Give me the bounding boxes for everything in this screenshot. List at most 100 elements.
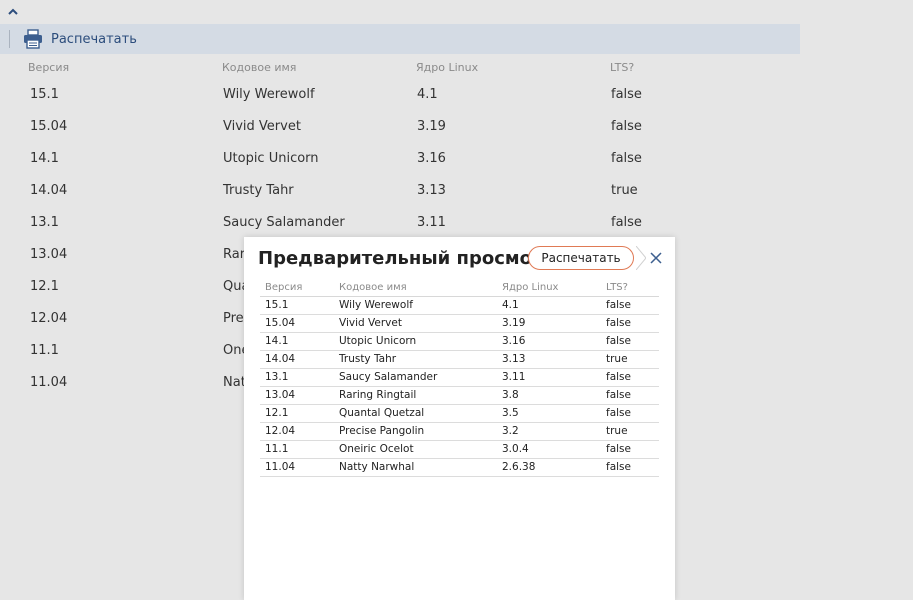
preview-header-version: Версия <box>260 280 334 297</box>
grid-row[interactable]: 13.1 Saucy Salamander 3.11 false <box>0 208 800 240</box>
preview-cell-codename: Quantal Quetzal <box>334 404 497 423</box>
cell-version: 11.04 <box>30 375 68 390</box>
preview-cell-version: 11.1 <box>260 440 334 459</box>
cell-lts: true <box>611 183 638 198</box>
grid-row[interactable]: 14.1 Utopic Unicorn 3.16 false <box>0 144 800 176</box>
preview-cell-codename: Oneiric Ocelot <box>334 440 497 459</box>
preview-cell-codename: Natty Narwhal <box>334 458 497 477</box>
column-header-lts[interactable]: LTS? <box>610 61 634 74</box>
preview-cell-lts: false <box>601 314 659 333</box>
grid-row[interactable]: 15.1 Wily Werewolf 4.1 false <box>0 80 800 112</box>
cell-version: 15.04 <box>30 119 68 134</box>
cell-version: 11.1 <box>30 343 59 358</box>
dialog-close-button[interactable] <box>642 246 670 270</box>
collapse-toggle[interactable] <box>6 4 20 18</box>
preview-row: 14.1 Utopic Unicorn 3.16 false <box>260 332 659 351</box>
grid-row[interactable]: 14.04 Trusty Tahr 3.13 true <box>0 176 800 208</box>
cell-lts: false <box>611 215 642 230</box>
preview-cell-version: 12.1 <box>260 404 334 423</box>
preview-header-codename: Кодовое имя <box>334 280 497 297</box>
preview-cell-lts: false <box>601 296 659 315</box>
cell-codename: Utopic Unicorn <box>223 151 319 166</box>
preview-row: 12.04 Precise Pangolin 3.2 true <box>260 422 659 441</box>
preview-row: 11.04 Natty Narwhal 2.6.38 false <box>260 458 659 477</box>
chevron-up-icon <box>8 8 18 15</box>
cell-lts: false <box>611 119 642 134</box>
preview-row: 13.04 Raring Ringtail 3.8 false <box>260 386 659 405</box>
preview-row: 11.1 Oneiric Ocelot 3.0.4 false <box>260 440 659 459</box>
preview-row: 13.1 Saucy Salamander 3.11 false <box>260 368 659 387</box>
preview-cell-version: 15.1 <box>260 296 334 315</box>
preview-cell-codename: Saucy Salamander <box>334 368 497 387</box>
cell-codename: Wily Werewolf <box>223 87 315 102</box>
preview-cell-codename: Vivid Vervet <box>334 314 497 333</box>
preview-cell-codename: Raring Ringtail <box>334 386 497 405</box>
preview-cell-codename: Wily Werewolf <box>334 296 497 315</box>
column-header-codename[interactable]: Кодовое имя <box>222 61 296 74</box>
preview-cell-kernel: 3.0.4 <box>497 440 601 459</box>
preview-row: 15.1 Wily Werewolf 4.1 false <box>260 296 659 315</box>
cell-version: 13.04 <box>30 247 68 262</box>
preview-cell-kernel: 3.16 <box>497 332 601 351</box>
toolbar-separator <box>9 30 10 48</box>
preview-cell-kernel: 4.1 <box>497 296 601 315</box>
preview-cell-version: 15.04 <box>260 314 334 333</box>
cell-codename: Trusty Tahr <box>223 183 294 198</box>
preview-cell-lts: false <box>601 458 659 477</box>
column-header-version[interactable]: Версия <box>28 61 69 74</box>
cell-codename: Saucy Salamander <box>223 215 345 230</box>
dialog-title: Предварительный просмотр <box>258 248 556 269</box>
preview-cell-lts: false <box>601 440 659 459</box>
preview-cell-lts: true <box>601 350 659 369</box>
preview-row: 15.04 Vivid Vervet 3.19 false <box>260 314 659 333</box>
cell-version: 12.1 <box>30 279 59 294</box>
preview-cell-kernel: 3.11 <box>497 368 601 387</box>
cell-kernel: 3.13 <box>417 183 446 198</box>
cell-kernel: 4.1 <box>417 87 438 102</box>
cell-version: 15.1 <box>30 87 59 102</box>
print-preview-dialog: Предварительный просмотр Распечатать Вер… <box>244 237 675 600</box>
preview-cell-kernel: 3.5 <box>497 404 601 423</box>
preview-cell-kernel: 2.6.38 <box>497 458 601 477</box>
preview-cell-version: 11.04 <box>260 458 334 477</box>
preview-cell-codename: Precise Pangolin <box>334 422 497 441</box>
preview-cell-lts: false <box>601 386 659 405</box>
preview-cell-version: 13.04 <box>260 386 334 405</box>
cell-lts: false <box>611 151 642 166</box>
cell-kernel: 3.19 <box>417 119 446 134</box>
preview-cell-kernel: 3.13 <box>497 350 601 369</box>
cell-kernel: 3.16 <box>417 151 446 166</box>
cell-version: 14.04 <box>30 183 68 198</box>
cell-kernel: 3.11 <box>417 215 446 230</box>
cell-lts: false <box>611 87 642 102</box>
preview-header-lts: LTS? <box>601 280 659 297</box>
cell-version: 14.1 <box>30 151 59 166</box>
grid-header: Версия Кодовое имя Ядро Linux LTS? <box>0 56 800 80</box>
cell-codename: Vivid Vervet <box>223 119 301 134</box>
preview-cell-codename: Trusty Tahr <box>334 350 497 369</box>
preview-cell-kernel: 3.8 <box>497 386 601 405</box>
preview-cell-kernel: 3.19 <box>497 314 601 333</box>
dialog-print-button[interactable]: Распечатать <box>528 246 634 270</box>
preview-cell-version: 14.04 <box>260 350 334 369</box>
preview-cell-version: 13.1 <box>260 368 334 387</box>
print-button[interactable]: Распечатать <box>23 29 137 49</box>
preview-cell-lts: true <box>601 422 659 441</box>
print-button-label: Распечатать <box>51 31 137 47</box>
preview-cell-codename: Utopic Unicorn <box>334 332 497 351</box>
printer-icon <box>24 29 42 49</box>
preview-row: 14.04 Trusty Tahr 3.13 true <box>260 350 659 369</box>
preview-cell-lts: false <box>601 404 659 423</box>
preview-body: 15.1 Wily Werewolf 4.1 false 15.04 Vivid Verv… <box>260 296 659 477</box>
toolbar: Распечатать <box>0 24 800 54</box>
cell-version: 13.1 <box>30 215 59 230</box>
preview-cell-version: 14.1 <box>260 332 334 351</box>
column-header-kernel[interactable]: Ядро Linux <box>416 61 478 74</box>
preview-cell-kernel: 3.2 <box>497 422 601 441</box>
preview-header-row: Версия Кодовое имя Ядро Linux LTS? <box>260 280 659 297</box>
grid-row[interactable]: 15.04 Vivid Vervet 3.19 false <box>0 112 800 144</box>
preview-row: 12.1 Quantal Quetzal 3.5 false <box>260 404 659 423</box>
preview-table: Версия Кодовое имя Ядро Linux LTS? 15.1 W… <box>260 280 659 477</box>
preview-header-kernel: Ядро Linux <box>497 280 601 297</box>
preview-cell-lts: false <box>601 332 659 351</box>
